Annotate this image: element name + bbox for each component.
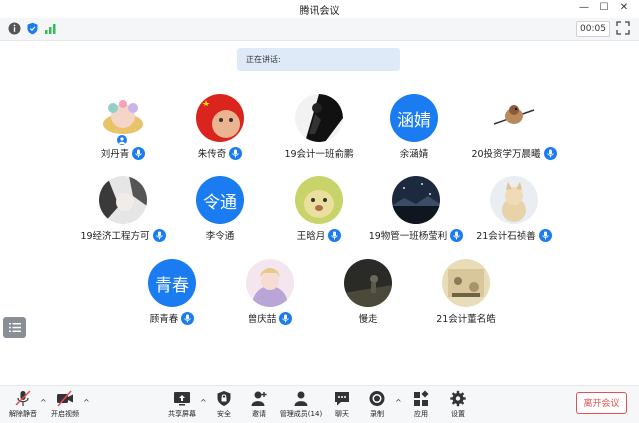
list-icon — [8, 323, 21, 332]
gear-icon — [450, 390, 466, 407]
microphone-icon — [543, 146, 557, 160]
participant-tile[interactable]: 青春 顾青春 — [117, 259, 227, 327]
record-options-caret[interactable]: ^ — [395, 398, 402, 407]
microphone-icon — [152, 228, 166, 242]
start-video-button[interactable]: 开启视频 — [50, 390, 80, 421]
participant-name: 曾庆喆 — [247, 314, 277, 325]
share-screen-icon — [174, 392, 190, 406]
participant-tile[interactable]: 20投资学万晨曦 — [459, 94, 569, 162]
record-icon — [369, 391, 385, 406]
settings-button[interactable]: 设置 — [447, 390, 469, 421]
participant-tile[interactable]: 涵婧 余涵婧 — [359, 94, 469, 162]
minimize-button[interactable]: — — [577, 2, 591, 13]
window-title: 腾讯会议 — [299, 6, 340, 17]
participant-name: 刘丹青 — [100, 149, 130, 160]
close-button[interactable]: ✕ — [617, 2, 631, 13]
security-button[interactable]: 安全 — [212, 390, 236, 421]
avatar — [196, 94, 244, 142]
avatar — [392, 176, 440, 224]
participant-name: 余涵婧 — [399, 149, 429, 160]
microphone-icon — [181, 311, 195, 325]
participant-name: 慢走 — [358, 314, 378, 325]
video-off-icon — [57, 390, 73, 407]
avatar: 涵婧 — [390, 94, 438, 142]
signal-icon[interactable] — [44, 22, 57, 35]
microphone-icon — [279, 311, 293, 325]
title-bar: 腾讯会议 — ☐ ✕ — [0, 0, 639, 18]
participant-tile[interactable]: 19经济工程方可 — [68, 176, 178, 244]
avatar — [490, 94, 538, 142]
share-screen-button[interactable]: 共享屏幕 — [165, 390, 199, 421]
info-icon[interactable] — [8, 22, 21, 35]
participant-name: 20投资学万晨曦 — [471, 149, 541, 160]
avatar: 青春 — [148, 259, 196, 307]
meeting-toolbar: 解除静音 ^ 开启视频 ^ 共享屏幕 ^ 安全 邀请 管理成员(14) 聊天 录… — [0, 385, 639, 423]
share-options-caret[interactable]: ^ — [200, 398, 207, 407]
apps-button[interactable]: 应用 — [410, 390, 432, 421]
participant-tile[interactable]: 令通 李令通 — [165, 176, 275, 244]
participant-tile[interactable]: 21会计董名皓 — [411, 259, 521, 327]
avatar — [295, 176, 343, 224]
add-user-icon — [251, 391, 267, 406]
participant-tile[interactable]: 刘丹青 — [68, 94, 178, 162]
avatar — [295, 94, 343, 142]
participant-name: 21会计石祯善 — [476, 231, 536, 242]
record-button[interactable]: 录制 — [366, 390, 388, 421]
unmute-button[interactable]: 解除静音 — [6, 390, 40, 421]
microphone-icon — [132, 146, 146, 160]
participant-name: 李令通 — [205, 231, 235, 242]
microphone-icon — [229, 146, 243, 160]
participant-name: 19物管一班杨莹利 — [368, 231, 448, 242]
avatar — [246, 259, 294, 307]
manage-members-button[interactable]: 管理成员(14) — [279, 390, 323, 421]
maximize-button[interactable]: ☐ — [597, 2, 611, 13]
shield-icon — [217, 391, 231, 406]
video-options-caret[interactable]: ^ — [83, 398, 90, 407]
participant-tile[interactable]: 19物管一班杨莹利 — [361, 176, 471, 244]
participant-tile[interactable]: 慢走 — [313, 259, 423, 327]
participant-name: 19经济工程方可 — [80, 231, 150, 242]
fullscreen-icon[interactable] — [616, 21, 630, 35]
members-icon — [294, 391, 308, 406]
avatar — [442, 259, 490, 307]
participant-name: 王晗月 — [296, 231, 326, 242]
avatar — [490, 176, 538, 224]
invite-button[interactable]: 邀请 — [247, 390, 271, 421]
apps-icon — [414, 390, 429, 406]
participant-tile[interactable]: 21会计石祯善 — [459, 176, 569, 244]
avatar — [99, 176, 147, 224]
microphone-icon — [328, 228, 342, 242]
participant-tile[interactable]: 曾庆喆 — [215, 259, 325, 327]
leave-meeting-button[interactable]: 离开会议 — [576, 392, 627, 414]
participant-name: 19会计一班俞鹏 — [284, 149, 354, 160]
shield-icon[interactable] — [26, 22, 39, 35]
avatar: 令通 — [196, 176, 244, 224]
participant-name: 顾青春 — [149, 314, 179, 325]
avatar — [344, 259, 392, 307]
participant-name: 21会计董名皓 — [436, 314, 496, 325]
chat-button[interactable]: 聊天 — [331, 390, 353, 421]
audio-options-caret[interactable]: ^ — [40, 398, 47, 407]
microphone-icon — [538, 228, 552, 242]
chat-icon — [335, 392, 349, 406]
participant-name: 朱传奇 — [197, 149, 227, 160]
participant-tile[interactable]: 19会计一班俞鹏 — [264, 94, 374, 162]
participant-tile[interactable]: 王晗月 — [264, 176, 374, 244]
muted-microphone-icon — [15, 390, 31, 406]
speaking-indicator: 正在讲话: — [237, 48, 400, 71]
list-toggle-button[interactable] — [3, 317, 26, 338]
participant-tile[interactable]: 朱传奇 — [165, 94, 275, 162]
meeting-status-bar — [0, 18, 639, 41]
host-icon — [116, 134, 128, 146]
meeting-timer: 00:05 — [576, 21, 610, 37]
